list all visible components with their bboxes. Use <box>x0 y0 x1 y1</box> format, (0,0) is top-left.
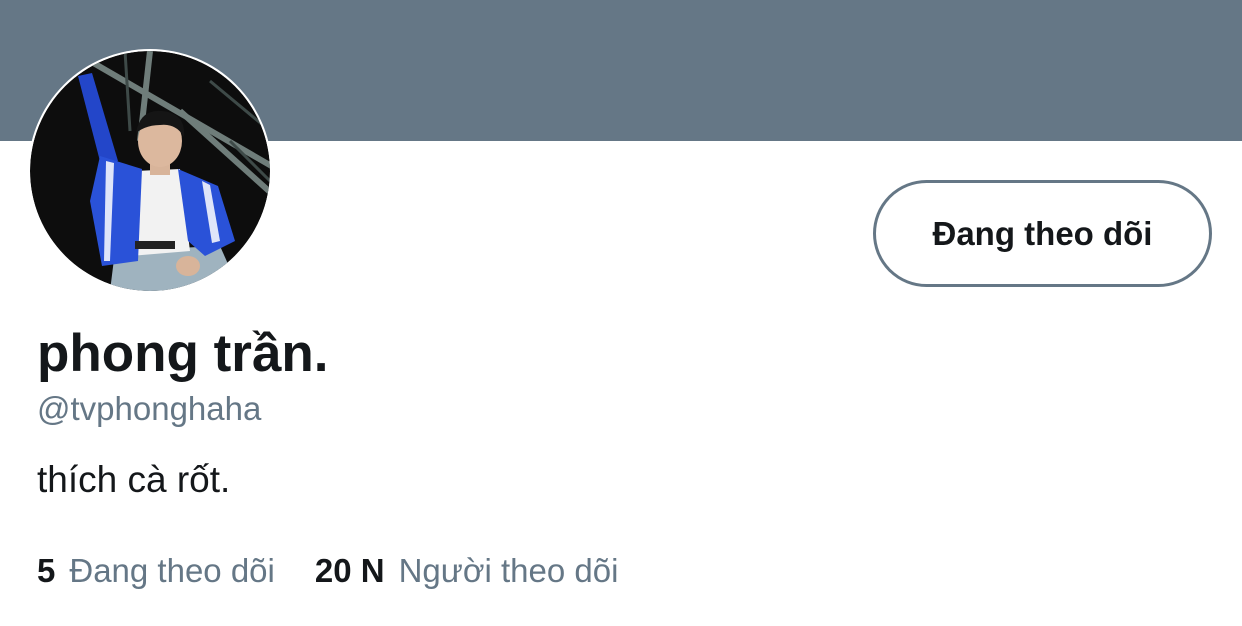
followers-stat[interactable]: 20 N Người theo dõi <box>315 551 619 591</box>
profile-stats: 5 Đang theo dõi 20 N Người theo dõi <box>37 551 618 591</box>
following-button[interactable]: Đang theo dõi <box>873 180 1212 287</box>
profile-bio: thích cà rốt. <box>37 459 231 500</box>
followers-count: 20 N <box>314 552 385 589</box>
following-stat[interactable]: 5 Đang theo dõi <box>37 551 275 591</box>
avatar[interactable] <box>28 49 272 293</box>
followers-label: Người theo dõi <box>398 552 619 589</box>
profile-page: Đang theo dõi phong trần. @tvphonghaha t… <box>0 0 1242 626</box>
display-name: phong trần. <box>37 324 329 383</box>
avatar-photo <box>30 51 270 291</box>
following-count: 5 <box>37 552 56 589</box>
username-handle: @tvphonghaha <box>37 390 262 427</box>
following-label: Đang theo dõi <box>69 552 275 589</box>
